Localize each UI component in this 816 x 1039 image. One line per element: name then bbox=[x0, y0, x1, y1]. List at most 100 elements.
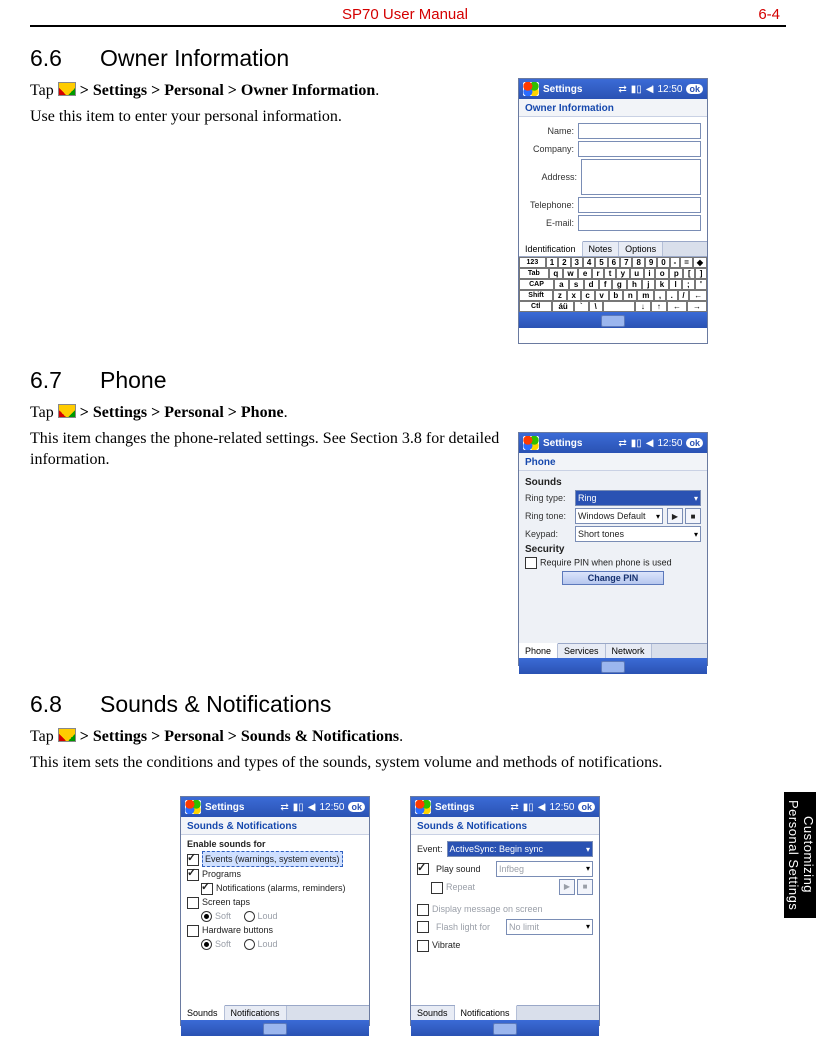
tab-sounds[interactable]: Sounds bbox=[411, 1006, 455, 1020]
key-s[interactable]: s bbox=[569, 279, 584, 290]
key-b[interactable]: b bbox=[609, 290, 623, 301]
tab-notifications[interactable]: Notifications bbox=[455, 1005, 517, 1020]
ok-button[interactable]: ok bbox=[686, 438, 703, 448]
key-intl[interactable]: áü bbox=[552, 301, 573, 312]
stop-button[interactable]: ■ bbox=[685, 508, 701, 524]
keypad-dropdown[interactable]: Short tones▾ bbox=[575, 526, 701, 542]
require-pin-checkbox[interactable] bbox=[525, 557, 537, 569]
flash-light-checkbox[interactable] bbox=[417, 921, 429, 933]
key-0[interactable]: 0 bbox=[657, 257, 669, 268]
loud-radio[interactable] bbox=[244, 911, 255, 922]
key-o[interactable]: o bbox=[655, 268, 669, 279]
key-slash[interactable]: / bbox=[678, 290, 690, 301]
tab-options[interactable]: Options bbox=[619, 242, 663, 256]
key-2[interactable]: 2 bbox=[558, 257, 570, 268]
hw-buttons-checkbox[interactable] bbox=[187, 925, 199, 937]
key-caps[interactable]: CAP bbox=[519, 279, 554, 290]
key-123[interactable]: 123 bbox=[519, 257, 546, 268]
ring-tone-dropdown[interactable]: Windows Default▾ bbox=[575, 508, 663, 524]
tab-notes[interactable]: Notes bbox=[583, 242, 620, 256]
loud-radio-2[interactable] bbox=[244, 939, 255, 950]
tab-identification[interactable]: Identification bbox=[519, 241, 583, 256]
key-right[interactable]: → bbox=[687, 301, 707, 312]
ring-type-dropdown[interactable]: Ring▾ bbox=[575, 490, 701, 506]
play-sound-checkbox[interactable] bbox=[417, 863, 429, 875]
ok-button[interactable]: ok bbox=[578, 802, 595, 812]
start-menu-icon[interactable] bbox=[415, 800, 431, 814]
key-4[interactable]: 4 bbox=[583, 257, 595, 268]
soft-radio-2[interactable] bbox=[201, 939, 212, 950]
key-n[interactable]: n bbox=[623, 290, 637, 301]
key-a[interactable]: a bbox=[554, 279, 569, 290]
name-input[interactable] bbox=[578, 123, 701, 139]
email-input[interactable] bbox=[578, 215, 701, 231]
key-period[interactable]: . bbox=[666, 290, 678, 301]
key-v[interactable]: v bbox=[595, 290, 609, 301]
vibrate-checkbox[interactable] bbox=[417, 940, 429, 952]
key-w[interactable]: w bbox=[563, 268, 578, 279]
tab-services[interactable]: Services bbox=[558, 644, 606, 658]
key-i[interactable]: i bbox=[644, 268, 655, 279]
onscreen-keyboard[interactable]: 123 1 2 3 4 5 6 7 8 9 0 - = ◆ Tab q w e … bbox=[519, 256, 707, 312]
ok-button[interactable]: ok bbox=[686, 84, 703, 94]
key-ctl[interactable]: Ctl bbox=[519, 301, 552, 312]
repeat-checkbox[interactable] bbox=[431, 882, 443, 894]
soft-radio[interactable] bbox=[201, 911, 212, 922]
tab-network[interactable]: Network bbox=[606, 644, 652, 658]
screen-taps-checkbox[interactable] bbox=[187, 897, 199, 909]
display-message-checkbox[interactable] bbox=[417, 904, 429, 916]
key-m[interactable]: m bbox=[637, 290, 654, 301]
flash-light-dropdown[interactable]: No limit▾ bbox=[506, 919, 593, 935]
keyboard-toggle-icon[interactable] bbox=[601, 315, 625, 327]
key-u[interactable]: u bbox=[630, 268, 644, 279]
key-backslash[interactable]: \ bbox=[589, 301, 603, 312]
key-r[interactable]: r bbox=[592, 268, 604, 279]
tab-notifications[interactable]: Notifications bbox=[225, 1006, 287, 1020]
key-lbracket[interactable]: [ bbox=[683, 268, 695, 279]
key-d[interactable]: d bbox=[584, 279, 599, 290]
key-1[interactable]: 1 bbox=[546, 257, 558, 268]
change-pin-button[interactable]: Change PIN bbox=[562, 571, 664, 585]
key-9[interactable]: 9 bbox=[645, 257, 657, 268]
key-minus[interactable]: - bbox=[670, 257, 681, 268]
key-g[interactable]: g bbox=[612, 279, 627, 290]
key-q[interactable]: q bbox=[549, 268, 563, 279]
key-semicolon[interactable]: ; bbox=[682, 279, 695, 290]
key-down[interactable]: ↓ bbox=[635, 301, 651, 312]
key-space[interactable] bbox=[603, 301, 635, 312]
event-dropdown[interactable]: ActiveSync: Begin sync▾ bbox=[447, 841, 593, 857]
stop-button[interactable]: ■ bbox=[577, 879, 593, 895]
key-tab[interactable]: Tab bbox=[519, 268, 549, 279]
key-6[interactable]: 6 bbox=[608, 257, 620, 268]
key-rbracket[interactable]: ] bbox=[695, 268, 707, 279]
key-enter[interactable]: ← bbox=[689, 290, 707, 301]
key-h[interactable]: h bbox=[627, 279, 642, 290]
key-j[interactable]: j bbox=[642, 279, 655, 290]
start-menu-icon[interactable] bbox=[523, 436, 539, 450]
keyboard-toggle-icon[interactable] bbox=[493, 1023, 517, 1035]
key-backtick[interactable]: ` bbox=[574, 301, 589, 312]
notifications-checkbox[interactable] bbox=[201, 883, 213, 895]
key-k[interactable]: k bbox=[655, 279, 670, 290]
key-3[interactable]: 3 bbox=[571, 257, 583, 268]
key-x[interactable]: x bbox=[567, 290, 581, 301]
address-input[interactable] bbox=[581, 159, 701, 195]
key-8[interactable]: 8 bbox=[632, 257, 644, 268]
start-menu-icon[interactable] bbox=[185, 800, 201, 814]
play-button[interactable]: ▶ bbox=[667, 508, 683, 524]
key-shift[interactable]: Shift bbox=[519, 290, 553, 301]
keyboard-toggle-icon[interactable] bbox=[601, 661, 625, 673]
ok-button[interactable]: ok bbox=[348, 802, 365, 812]
keyboard-toggle-icon[interactable] bbox=[263, 1023, 287, 1035]
play-sound-dropdown[interactable]: Infbeg▾ bbox=[496, 861, 593, 877]
key-7[interactable]: 7 bbox=[620, 257, 632, 268]
play-button[interactable]: ▶ bbox=[559, 879, 575, 895]
key-y[interactable]: y bbox=[616, 268, 630, 279]
start-menu-icon[interactable] bbox=[523, 82, 539, 96]
key-backspace[interactable]: ◆ bbox=[693, 257, 707, 268]
tab-phone[interactable]: Phone bbox=[519, 643, 558, 658]
key-up[interactable]: ↑ bbox=[651, 301, 667, 312]
programs-checkbox[interactable] bbox=[187, 869, 199, 881]
key-p[interactable]: p bbox=[669, 268, 683, 279]
key-equals[interactable]: = bbox=[680, 257, 693, 268]
